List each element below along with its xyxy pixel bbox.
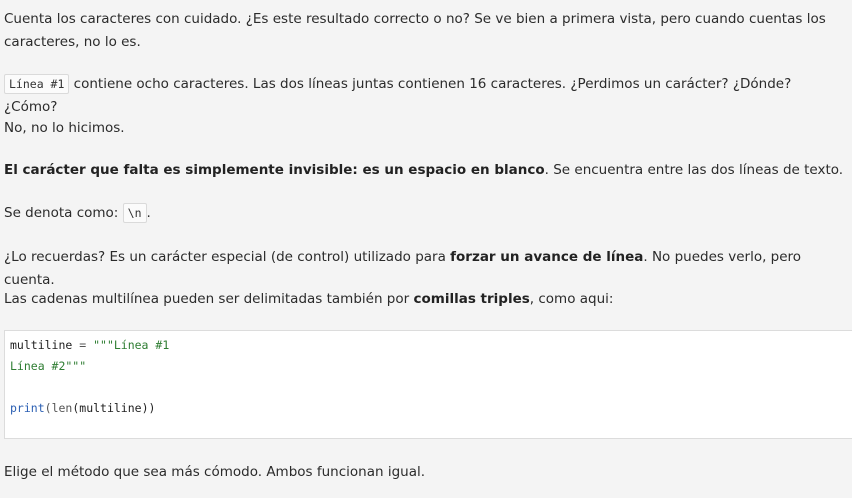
inline-code-linea1: Línea #1 (4, 74, 70, 94)
denoted-pre: Se denota como: (4, 205, 123, 221)
code-len: len (51, 401, 73, 415)
missing-char-text: . Se encuentra entre las dos líneas de t… (544, 162, 844, 178)
paragraph-no-text: No, no lo hicimos. (4, 120, 125, 136)
code-string-end: Línea #2""" (10, 359, 87, 373)
paragraph-line-count-text: contiene ocho caracteres. Las dos líneas… (4, 76, 792, 115)
paragraph-conclusion: Elige el método que sea más cómodo. Ambo… (4, 461, 848, 484)
paragraph-no: No, no lo hicimos. (4, 117, 848, 140)
code-arg: (multiline)) (72, 401, 156, 415)
code-var: multiline (10, 338, 73, 352)
paragraph-missing-char: El carácter que falta es simplemente inv… (4, 159, 848, 182)
code-line-4: print(len(multiline)) (10, 398, 852, 419)
code-block[interactable]: multiline = """Línea #1 Línea #2""" prin… (4, 330, 852, 439)
triple-pre: Las cadenas multilínea pueden ser delimi… (4, 291, 414, 307)
paragraph-line-count: Línea #1 contiene ocho caracteres. Las d… (4, 73, 848, 119)
paragraph-intro: Cuenta los caracteres con cuidado. ¿Es e… (4, 8, 848, 54)
paragraph-denoted: Se denota como: \n. (4, 202, 848, 225)
paragraph-intro-text: Cuenta los caracteres con cuidado. ¿Es e… (4, 11, 826, 50)
triple-bold: comillas triples (413, 291, 530, 307)
paragraph-remember: ¿Lo recuerdas? Es un carácter especial (… (4, 246, 848, 292)
denoted-post: . (146, 205, 151, 221)
code-print: print (10, 401, 45, 415)
remember-bold: forzar un avance de línea (450, 249, 644, 265)
missing-char-bold: El carácter que falta es simplemente inv… (4, 162, 545, 178)
triple-post: , como aqui: (529, 291, 614, 307)
inline-code-newline: \n (122, 203, 147, 223)
code-assign: = (72, 338, 94, 352)
code-string-start: """Línea #1 (93, 338, 170, 352)
remember-pre: ¿Lo recuerdas? Es un carácter especial (… (4, 249, 451, 265)
code-paren: ( (44, 401, 52, 415)
code-line-1: multiline = """Línea #1 (10, 335, 852, 356)
paragraph-triple-quotes: Las cadenas multilínea pueden ser delimi… (4, 288, 848, 311)
conclusion-text: Elige el método que sea más cómodo. Ambo… (4, 464, 426, 480)
code-line-2: Línea #2""" (10, 356, 852, 377)
